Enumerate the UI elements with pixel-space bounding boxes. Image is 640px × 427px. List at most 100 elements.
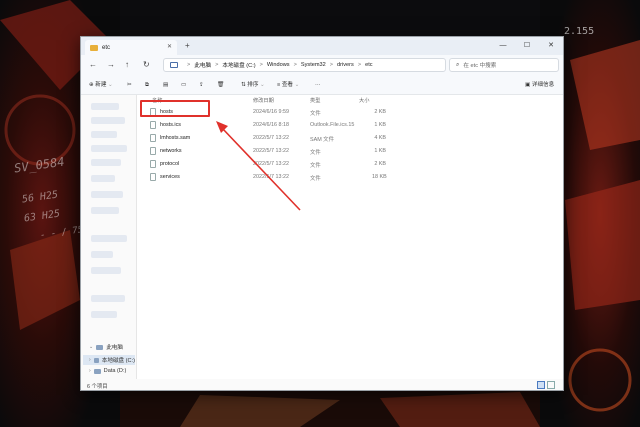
breadcrumb-separator: >: [329, 62, 334, 68]
breadcrumb-local-disk[interactable]: 本地磁盘 (C:): [222, 61, 255, 69]
file-icon: [150, 121, 156, 129]
file-icon: [150, 134, 156, 142]
new-label: 新建: [95, 82, 107, 88]
file-row-services[interactable]: services 2022/5/7 13:22 文件 18 KB: [138, 171, 398, 184]
sidebar-item-label: Data (D:): [103, 368, 127, 374]
file-name: hosts.ics: [160, 122, 181, 128]
file-name: services: [160, 174, 180, 180]
command-bar: ⊕ 新建 ⌄ ✂ ⧉ ▤ ▭ ⇪ 🗑 ⇅ 排序 ⌄ ≡ 查看 ⌄ ··· ▣ 详…: [81, 75, 563, 95]
file-row-hosts-ics[interactable]: hosts.ics 2024/6/16 8:18 Outlook.File.ic…: [138, 119, 398, 132]
item-count: 6 个项目: [87, 384, 108, 390]
breadcrumb-system32[interactable]: System32: [301, 62, 326, 68]
share-icon[interactable]: ⇪: [199, 80, 204, 90]
column-header-size[interactable]: 大小: [359, 97, 369, 104]
column-header-type[interactable]: 类型: [310, 97, 320, 104]
breadcrumb-windows[interactable]: Windows: [267, 62, 290, 68]
blurred-nav-item: [91, 103, 119, 110]
file-size: 2 KB: [374, 161, 386, 167]
blurred-nav-item: [91, 191, 123, 198]
computer-icon: [96, 344, 104, 350]
sidebar-item-this-pc[interactable]: ⌄ 此电脑: [89, 343, 123, 351]
file-type: SAM 文件: [310, 137, 334, 143]
details-pane-button[interactable]: ▣ 详细信息: [525, 80, 554, 90]
file-size: 4 KB: [374, 135, 386, 141]
view-button[interactable]: ≡ 查看 ⌄: [277, 80, 299, 90]
maximize-button[interactable]: ☐: [515, 37, 539, 55]
column-header-date[interactable]: 修改日期: [253, 97, 274, 104]
minimize-button[interactable]: —: [491, 37, 515, 55]
file-icon: [150, 147, 156, 155]
breadcrumb-etc[interactable]: etc: [365, 62, 372, 68]
search-input[interactable]: ⌕ 在 etc 中搜索: [449, 58, 559, 72]
more-options-button[interactable]: ···: [315, 80, 321, 90]
file-type: 文件: [310, 176, 321, 182]
sort-label: 排序: [247, 82, 259, 88]
breadcrumb-separator: >: [187, 62, 191, 68]
blurred-nav-item: [91, 175, 115, 182]
up-button[interactable]: ↑: [125, 59, 129, 71]
navigation-pane: ⌄ 此电脑 › 本地磁盘 (C:) › Data (D:): [81, 95, 137, 379]
file-date: 2022/5/7 13:22: [253, 161, 289, 167]
file-icon: [150, 173, 156, 181]
sidebar-item-local-disk-c[interactable]: › 本地磁盘 (C:): [83, 355, 135, 365]
paste-icon[interactable]: ▤: [163, 80, 168, 90]
breadcrumb[interactable]: > 此电脑 > 本地磁盘 (C:) > Windows > System32 >…: [163, 58, 446, 72]
breadcrumb-this-pc[interactable]: 此电脑: [194, 61, 211, 69]
breadcrumb-drivers[interactable]: drivers: [337, 62, 354, 68]
details-label: 详细信息: [531, 82, 555, 88]
file-type: 文件: [310, 111, 321, 117]
sidebar-item-label: 本地磁盘 (C:): [101, 358, 135, 364]
hud-label: 2.155: [564, 26, 595, 37]
computer-icon: [170, 62, 178, 68]
file-size: 1 KB: [374, 122, 386, 128]
forward-button[interactable]: →: [107, 59, 115, 71]
blurred-nav-item: [91, 251, 113, 258]
search-placeholder: 在 etc 中搜索: [463, 63, 497, 69]
file-type: 文件: [310, 150, 321, 156]
file-size: 18 KB: [372, 174, 387, 180]
blurred-nav-item: [91, 311, 117, 318]
title-bar: etc ✕ + — ☐ ✕: [81, 37, 563, 55]
tiles-view-icon[interactable]: [547, 381, 555, 389]
drive-icon: [93, 368, 101, 374]
file-type: Outlook.File.ics.15: [310, 122, 355, 128]
close-tab-icon[interactable]: ✕: [167, 43, 172, 50]
file-date: 2022/5/7 13:22: [253, 135, 289, 141]
copy-icon[interactable]: ⧉: [145, 80, 149, 90]
file-date: 2022/5/7 13:22: [253, 174, 289, 180]
sidebar-item-label: 此电脑: [106, 345, 123, 351]
file-size: 2 KB: [374, 109, 386, 115]
cut-icon[interactable]: ✂: [127, 80, 132, 90]
chevron-right-icon: ›: [89, 357, 91, 363]
sort-button[interactable]: ⇅ 排序 ⌄: [241, 80, 265, 90]
blurred-nav-item: [91, 145, 127, 152]
blurred-nav-item: [91, 295, 125, 302]
refresh-button[interactable]: ↻: [143, 59, 150, 71]
window-controls: — ☐ ✕: [491, 37, 563, 55]
blurred-nav-item: [91, 131, 117, 138]
blurred-nav-item: [91, 159, 121, 166]
view-toggle: [537, 381, 555, 389]
file-date: 2024/6/16 9:59: [253, 109, 289, 115]
status-bar: 6 个项目: [81, 379, 563, 390]
folder-icon: [90, 44, 98, 51]
address-bar: ← → ↑ ↻ > 此电脑 > 本地磁盘 (C:) > Windows > Sy…: [81, 55, 563, 75]
rename-icon[interactable]: ▭: [181, 80, 186, 90]
breadcrumb-separator: >: [259, 62, 263, 68]
file-row-lmhosts-sam[interactable]: lmhosts.sam 2022/5/7 13:22 SAM 文件 4 KB: [138, 132, 398, 145]
new-button[interactable]: ⊕ 新建 ⌄: [89, 80, 113, 90]
file-row-networks[interactable]: networks 2022/5/7 13:22 文件 1 KB: [138, 145, 398, 158]
back-button[interactable]: ←: [89, 59, 97, 71]
file-row-protocol[interactable]: protocol 2022/5/7 13:22 文件 2 KB: [138, 158, 398, 171]
sidebar-item-data-d[interactable]: › Data (D:): [89, 368, 126, 374]
blurred-nav-item: [91, 267, 121, 274]
new-tab-button[interactable]: +: [185, 41, 190, 50]
breadcrumb-separator: >: [215, 62, 219, 68]
details-view-icon[interactable]: [537, 381, 545, 389]
chevron-right-icon: ›: [89, 368, 91, 374]
breadcrumb-separator: >: [293, 62, 297, 68]
close-window-button[interactable]: ✕: [539, 37, 563, 55]
file-type: 文件: [310, 163, 321, 169]
delete-icon[interactable]: 🗑: [217, 80, 224, 90]
tab-etc[interactable]: etc ✕: [85, 40, 177, 55]
